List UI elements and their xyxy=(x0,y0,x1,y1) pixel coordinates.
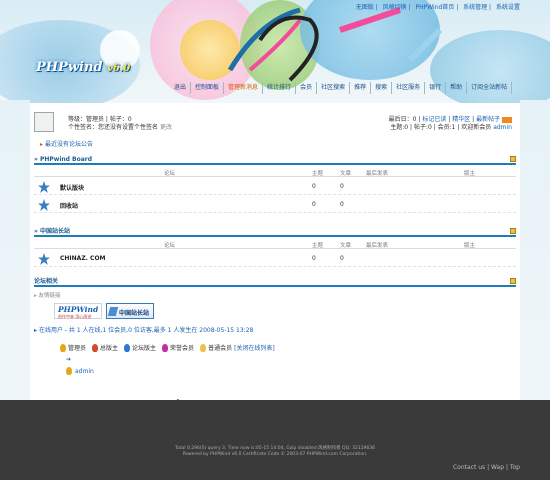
left-gutter xyxy=(0,100,30,430)
honor-member-icon xyxy=(162,343,169,352)
announcement[interactable]: ▸ 最近没有论坛公告 xyxy=(40,139,93,148)
section-header-links: 论坛相关 xyxy=(34,277,516,287)
nav-bank[interactable]: 银行 xyxy=(425,82,447,94)
admin-icon xyxy=(60,343,66,352)
collapse-icon[interactable] xyxy=(510,156,516,162)
collapse-icon[interactable] xyxy=(510,278,516,284)
friend-links-label: ▸ 友情链接 xyxy=(34,293,61,299)
star-icon xyxy=(38,181,50,193)
main-content: 等级：管理员 | 帖子：0 个性签名：您还没有设置个性签名 更改 最后日：0 |… xyxy=(30,103,520,431)
mark-read-link[interactable]: 标记已读 xyxy=(422,116,446,123)
section-header-chinaz: » 中国站长站 xyxy=(34,227,516,237)
member-legend: 管理员 总版主 论坛版主 荣誉会员 普通会员 [关闭在线列表] xyxy=(60,343,281,352)
nav-members[interactable]: 会员 xyxy=(296,82,318,94)
star-icon xyxy=(38,199,50,211)
right-gutter xyxy=(520,100,550,430)
arrow-right-icon: ➜ xyxy=(66,356,72,363)
digest-link[interactable]: 精华区 xyxy=(452,116,470,123)
megaphone-icon: ▸ xyxy=(40,141,44,148)
user-signature: 个性签名：您还没有设置个性签名 更改 xyxy=(68,124,172,131)
nav-subscribe[interactable]: 订阅全站新帖 xyxy=(467,82,513,94)
column-header: 论坛 主题 文章 最后发表 版主 xyxy=(34,241,516,249)
section-header-board: » PHPwind Board xyxy=(34,155,516,165)
phpwind-logo[interactable]: PHPwind v6.0 xyxy=(36,60,130,75)
top-link-home[interactable]: PHPWind首页 xyxy=(415,4,454,11)
top-link-admin[interactable]: 系统管理 xyxy=(463,4,487,11)
phpwind-link-logo[interactable]: PHPWind 创作中来 用心改进 xyxy=(54,303,102,319)
online-user-item[interactable]: admin xyxy=(66,367,94,375)
nav-messages[interactable]: 管理新消息 xyxy=(224,82,264,94)
forum-name[interactable]: 回收站 xyxy=(60,201,78,210)
nav-stats[interactable]: 统计排行 xyxy=(263,82,297,94)
forum-name[interactable]: CHINAZ. COM xyxy=(60,255,106,262)
star-icon xyxy=(38,253,50,265)
nav-logout[interactable]: 退出 xyxy=(170,82,192,94)
top-link-settings[interactable]: 系统设置 xyxy=(496,4,520,11)
footer-links[interactable]: Contact us | Wap | Top xyxy=(453,464,520,471)
user-bar: 等级：管理员 | 帖子：0 个性签名：您还没有设置个性签名 更改 最后日：0 |… xyxy=(34,109,516,135)
nav-control-panel[interactable]: 控制面板 xyxy=(191,82,225,94)
super-moderator-icon xyxy=(92,343,99,352)
top-link-style[interactable]: 风格切换 xyxy=(383,4,407,11)
nav-services[interactable]: 社区服务 xyxy=(392,82,426,94)
column-header: 论坛 主题 文章 最后发表 版主 xyxy=(34,169,516,177)
online-users-summary[interactable]: ▸ 在线用户 - 共 1 人在线,1 位会员,0 位访客,最多 1 人发生在 2… xyxy=(34,325,253,334)
signature-edit-link[interactable]: 更改 xyxy=(160,124,172,131)
admin-icon xyxy=(66,367,72,375)
forum-row[interactable]: 回收站 0 0 xyxy=(34,197,516,213)
latest-posts-link[interactable]: 最新帖子 xyxy=(476,116,500,123)
close-online-list-link[interactable]: [关闭在线列表] xyxy=(234,343,275,352)
avatar[interactable] xyxy=(34,112,54,132)
new-member-link[interactable]: admin xyxy=(493,124,512,131)
top-links: 无图版 | 风格切换 | PHPWind首页 | 系统管理 | 系统设置 xyxy=(355,4,520,11)
collapse-icon[interactable] xyxy=(510,228,516,234)
moderator-icon xyxy=(124,343,131,352)
nav-recommend[interactable]: 推荐 xyxy=(350,82,372,94)
forum-row[interactable]: 默认版块 0 0 xyxy=(34,179,516,195)
user-info: 等级：管理员 | 帖子：0 个性签名：您还没有设置个性签名 更改 xyxy=(68,116,172,132)
nav-community[interactable]: 社区搜索 xyxy=(317,82,351,94)
site-stats: 最后日：0 | 标记已读 | 精华区 | 最新帖子 主题:0 | 帖子:0 | … xyxy=(388,116,512,131)
main-nav: 退出 控制面板 管理新消息 统计排行 会员 社区搜索 推荐 搜索 社区服务 银行… xyxy=(170,82,513,94)
top-link-nographic[interactable]: 无图版 xyxy=(356,4,374,11)
nav-search[interactable]: 搜索 xyxy=(371,82,393,94)
forum-row[interactable]: CHINAZ. COM 0 0 xyxy=(34,251,516,267)
chinaz-link-logo[interactable]: 中国站长站 xyxy=(106,303,154,319)
forum-name[interactable]: 默认版块 xyxy=(60,183,84,192)
member-icon xyxy=(200,343,207,352)
nav-help[interactable]: 帮助 xyxy=(446,82,468,94)
rss-icon[interactable] xyxy=(502,116,512,123)
chevron-right-icon: ▸ xyxy=(34,327,38,334)
chinaz-logo-icon xyxy=(107,307,119,316)
user-level: 等级：管理员 | 帖子：0 xyxy=(68,116,132,123)
footer-info: Total 0.296(S) query 3, Time now is:05-1… xyxy=(175,446,375,457)
city-skyline xyxy=(0,399,550,445)
